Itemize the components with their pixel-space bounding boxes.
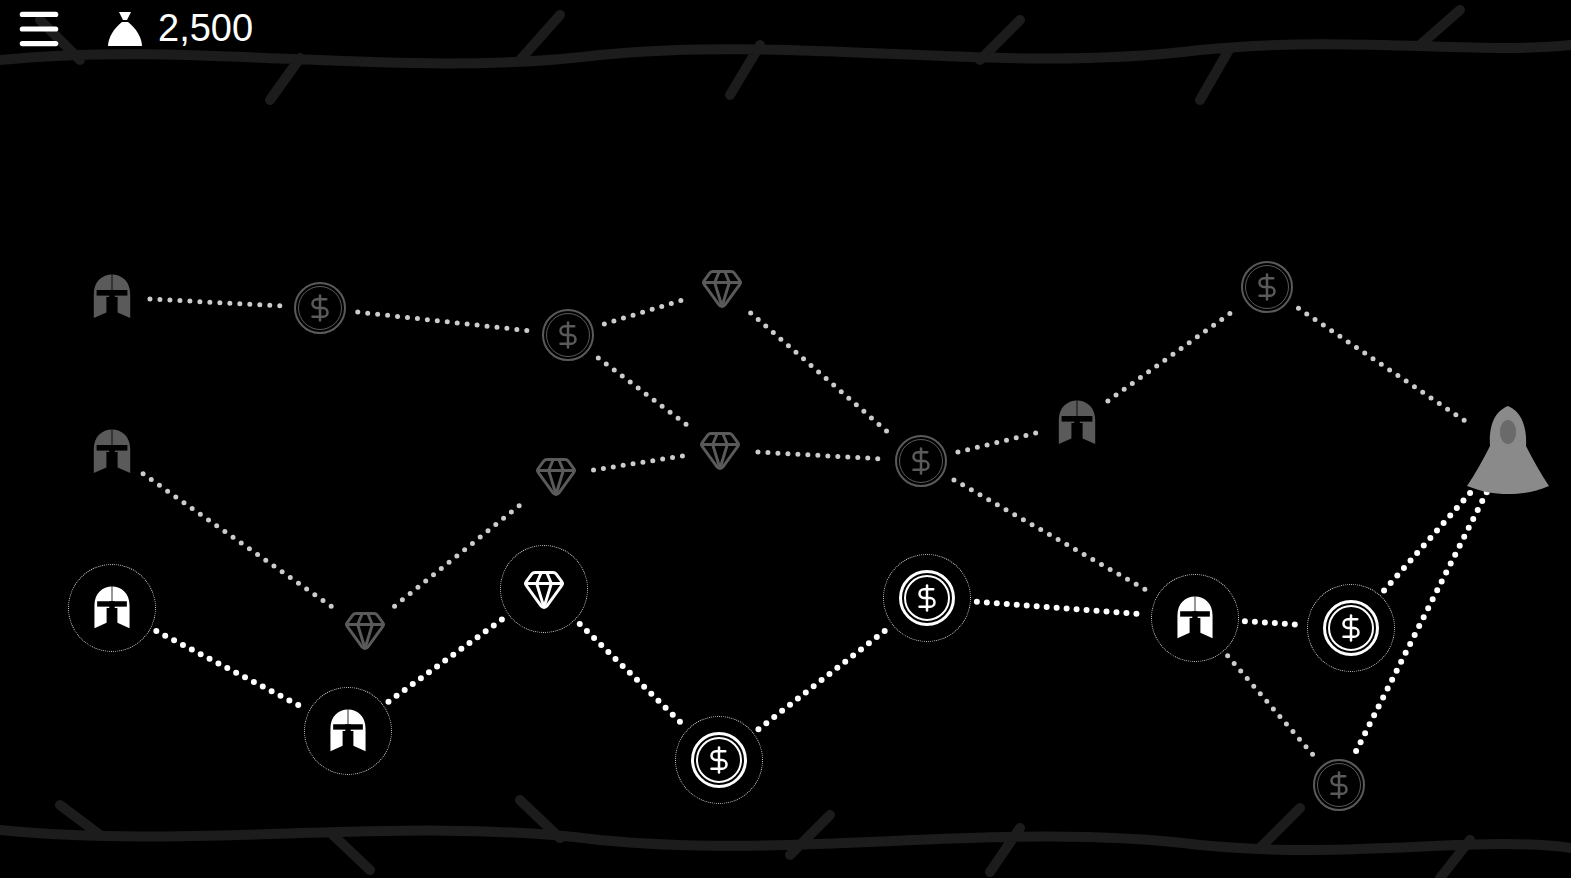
map-canvas [0,0,1571,878]
path-edge [958,432,1040,452]
gold-bag-icon [104,8,146,50]
map-node [317,582,413,678]
map-node[interactable] [1307,584,1395,672]
map-node [1029,375,1125,471]
path-edge [1108,309,1236,401]
hooded-boss-icon [1463,402,1553,498]
menu-button[interactable] [14,4,64,54]
map-node [674,240,770,336]
gold-counter: 2,500 [104,4,253,53]
helmet-icon [321,704,375,758]
top-bar: 2,500 [0,0,1571,54]
path-edge [1245,621,1301,625]
boss-node [1460,402,1556,498]
coin-icon [542,309,594,361]
helmet-icon [85,581,139,635]
coin-icon [1241,261,1293,313]
map-node [520,287,616,383]
path-edge [1228,656,1315,756]
path-edge [156,631,303,708]
path-edge [358,312,530,331]
coin-icon [899,570,955,626]
coin-icon [691,732,747,788]
map-node [272,260,368,356]
path-edge [1298,308,1471,425]
coin-icon [294,282,346,334]
map-node [873,413,969,509]
game-map-screen: 2,500 [0,0,1571,878]
path-edge [594,456,683,470]
gem-icon [343,608,387,652]
gem-icon [534,454,578,498]
gem-icon [698,428,742,472]
path-edge [150,299,282,306]
map-node[interactable] [68,564,156,652]
gold-amount: 2,500 [158,4,253,53]
map-node[interactable] [500,545,588,633]
map-node[interactable] [883,554,971,642]
map-node[interactable] [1151,574,1239,662]
map-node [672,402,768,498]
menu-icon [14,4,64,54]
map-node [64,404,160,500]
coin-icon [1323,600,1379,656]
map-node [1291,737,1387,833]
map-node [508,428,604,524]
path-edge [395,500,527,606]
path-edge [580,624,683,725]
path-edge [977,602,1145,615]
map-node [64,249,160,345]
path-edge [598,358,689,427]
path-edge [758,452,883,459]
path-edge [1356,489,1488,751]
path-edge [954,480,1152,593]
helmet-icon [84,424,140,480]
map-node[interactable] [675,716,763,804]
map-node[interactable] [304,687,392,775]
map-node [1219,239,1315,335]
gem-icon [700,266,744,310]
helmet-icon [1168,591,1222,645]
path-edge [388,618,503,701]
path-edge [143,474,334,608]
coin-icon [1313,759,1365,811]
gem-icon [522,567,566,611]
path-edge [604,299,685,324]
path-edge [751,313,893,436]
helmet-icon [84,269,140,325]
path-edge [758,629,887,730]
helmet-icon [1049,395,1105,451]
coin-icon [895,435,947,487]
